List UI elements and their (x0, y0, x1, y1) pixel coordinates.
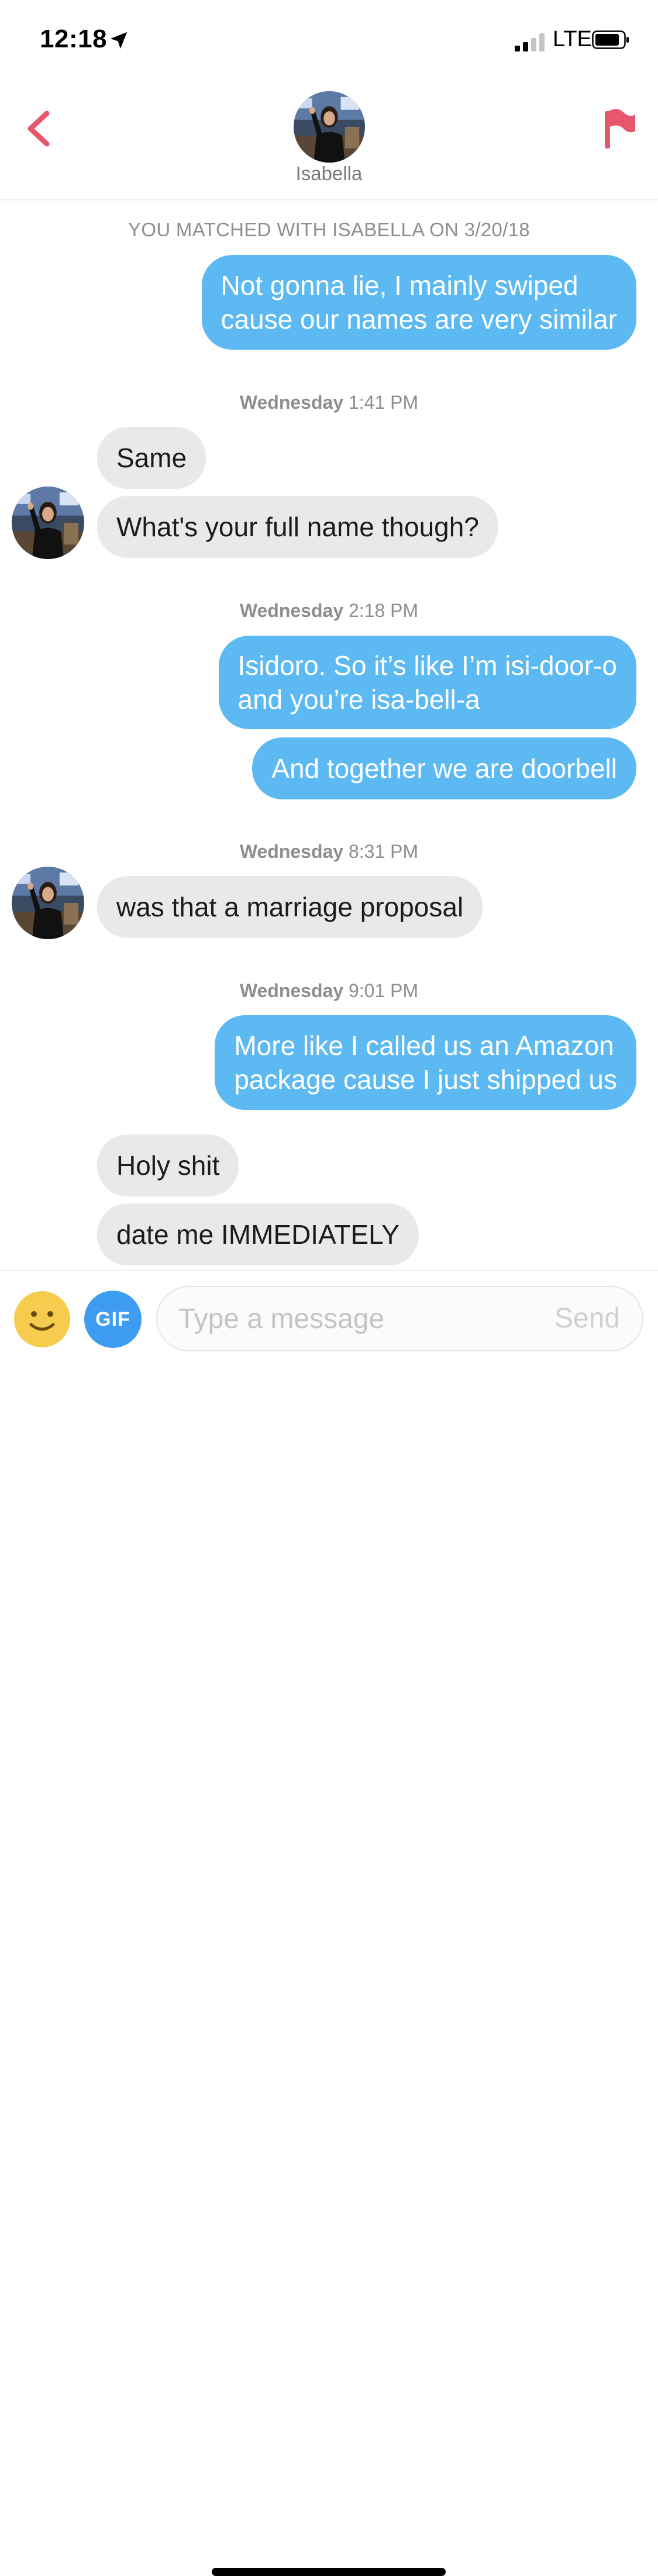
battery-icon (592, 30, 629, 49)
back-chevron-icon[interactable] (18, 99, 64, 158)
outgoing-message-bubble[interactable]: And together we are doorbell (252, 737, 636, 799)
signal-icon (515, 33, 547, 51)
incoming-message-bubble[interactable]: was that a marriage proposal (97, 876, 483, 938)
message-composer: GIF Send (0, 1270, 658, 2576)
status-bar: 12:18 LTE (0, 0, 658, 82)
contact-name[interactable]: Isabella (0, 163, 658, 185)
timestamp: Wednesday 2:18 PM (239, 600, 419, 621)
incoming-message-bubble[interactable]: Holy shit (97, 1134, 239, 1196)
home-indicator[interactable] (212, 2568, 446, 2576)
incoming-message-bubble[interactable]: Same (97, 427, 206, 489)
contact-avatar[interactable] (12, 487, 84, 559)
header-avatar[interactable] (294, 91, 365, 163)
flag-icon[interactable] (597, 99, 639, 158)
outgoing-message-bubble[interactable]: More like I called us an Amazon package … (215, 1015, 636, 1110)
incoming-message-bubble[interactable]: What's your full name though? (97, 496, 498, 558)
status-time: 12:18 (40, 25, 108, 53)
match-notice: YOU MATCHED WITH ISABELLA ON 3/20/18 (128, 219, 530, 240)
timestamp: Wednesday 1:41 PM (239, 392, 419, 413)
chat-header: Isabella (0, 82, 658, 199)
emoji-icon[interactable] (13, 1291, 71, 1348)
network-label: LTE (553, 27, 592, 51)
location-arrow-icon (110, 32, 128, 49)
send-button[interactable]: Send (554, 1286, 620, 1351)
timestamp: Wednesday 8:31 PM (239, 841, 419, 862)
incoming-message-bubble[interactable]: date me IMMEDIATELY (97, 1203, 419, 1265)
outgoing-message-bubble[interactable]: Not gonna lie, I mainly swiped cause our… (201, 255, 636, 350)
contact-avatar[interactable] (12, 867, 84, 939)
gif-button[interactable]: GIF (84, 1291, 142, 1348)
outgoing-message-bubble[interactable]: Isidoro. So it’s like I’m isi-door-o and… (218, 636, 636, 729)
timestamp: Wednesday 9:01 PM (239, 980, 419, 1001)
